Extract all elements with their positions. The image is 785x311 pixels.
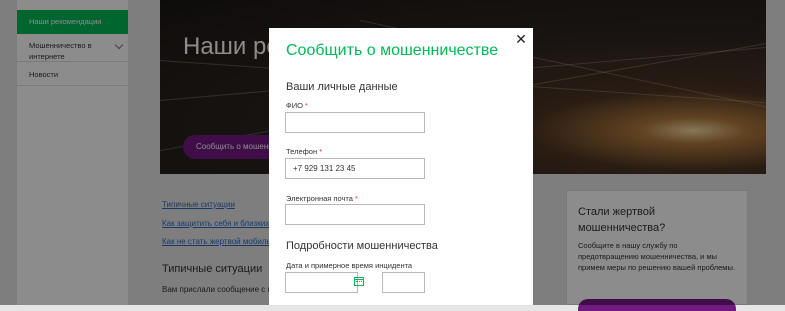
phone-label: Телефон * bbox=[286, 147, 323, 156]
modal-title: Сообщить о мошенничестве bbox=[286, 42, 499, 59]
incident-date-field[interactable] bbox=[285, 272, 358, 293]
personal-data-heading: Ваши личные данные bbox=[286, 81, 398, 93]
required-mark: * bbox=[305, 101, 308, 110]
fio-field[interactable] bbox=[285, 112, 425, 133]
required-mark: * bbox=[319, 147, 323, 156]
report-fraud-modal: Сообщить о мошенничестве ✕ Ваши личные д… bbox=[269, 28, 533, 305]
email-label: Электронная почта * bbox=[286, 194, 358, 203]
close-icon[interactable]: ✕ bbox=[514, 32, 528, 46]
fio-label: ФИО * bbox=[286, 101, 308, 110]
incident-date-label: Дата и примерное время инцидента bbox=[286, 261, 413, 270]
phone-field[interactable] bbox=[285, 158, 425, 179]
required-mark: * bbox=[355, 194, 358, 203]
calendar-icon[interactable] bbox=[354, 277, 364, 286]
fraud-details-heading: Подробности мошенничества bbox=[286, 240, 438, 252]
incident-time-field[interactable] bbox=[382, 272, 425, 293]
email-field[interactable] bbox=[285, 204, 425, 225]
